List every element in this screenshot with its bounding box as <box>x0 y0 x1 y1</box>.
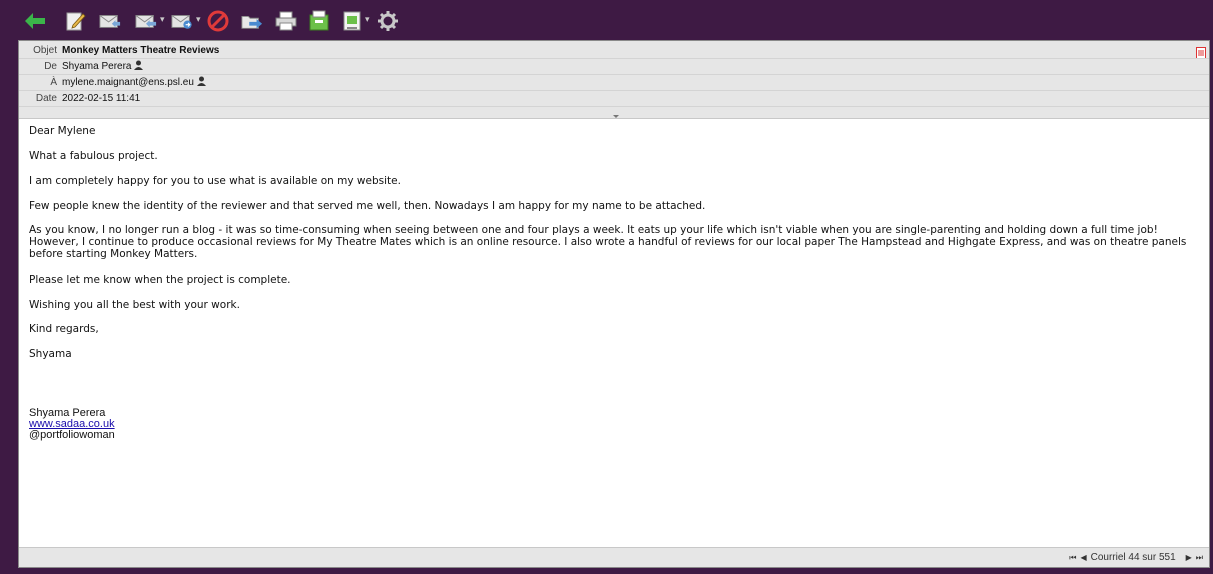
expand-headers-chevron-icon[interactable] <box>612 105 620 118</box>
previous-message-icon[interactable]: ◀ <box>1080 551 1086 564</box>
subject-row: Objet Monkey Matters Theatre Reviews <box>19 44 1209 57</box>
greeting-line: Dear Mylene <box>29 125 96 137</box>
first-message-icon[interactable]: ⏮ <box>1069 551 1076 564</box>
message-footer: ⏮ ◀ Courriel 44 sur 551 ▶ ⏭ <box>19 547 1209 567</box>
reply-all-icon[interactable] <box>135 10 157 32</box>
download-icon[interactable] <box>341 10 363 32</box>
from-label: De <box>44 61 57 72</box>
date-label: Date <box>35 93 57 104</box>
body-paragraph: Few people knew the identity of the revi… <box>29 200 706 212</box>
move-folder-icon[interactable] <box>241 10 263 32</box>
compose-icon[interactable] <box>65 10 87 32</box>
last-message-icon[interactable]: ⏭ <box>1196 551 1203 564</box>
pager-text: Courriel 44 sur 551 <box>1090 552 1176 563</box>
delete-icon[interactable] <box>207 10 229 32</box>
signature-handle: @portfoliowoman <box>29 429 115 441</box>
reply-all-dropdown-caret[interactable]: ▾ <box>160 15 166 25</box>
from-value[interactable]: Shyama Perera <box>62 61 131 72</box>
archive-icon[interactable] <box>308 10 330 32</box>
next-message-icon[interactable]: ▶ <box>1186 551 1192 564</box>
forward-dropdown-caret[interactable]: ▾ <box>196 15 202 25</box>
pdf-export-icon[interactable] <box>1196 44 1206 59</box>
forward-icon[interactable] <box>171 10 193 32</box>
to-label: À <box>50 77 57 88</box>
message-headers: Objet Monkey Matters Theatre Reviews De … <box>19 41 1209 119</box>
to-value[interactable]: mylene.maignant@ens.psl.eu <box>62 77 194 88</box>
body-paragraph: What a fabulous project. <box>29 150 158 162</box>
contact-person-icon[interactable] <box>134 60 144 70</box>
message-view: Objet Monkey Matters Theatre Reviews De … <box>18 40 1210 568</box>
back-arrow-icon[interactable] <box>24 10 46 32</box>
body-paragraph: As you know, I no longer run a blog - it… <box>29 224 1187 260</box>
body-paragraph: Wishing you all the best with your work. <box>29 299 240 311</box>
toolbar: ▾ ▾ ▾ <box>0 0 1213 40</box>
date-row: Date 2022-02-15 11:41 <box>19 92 1209 105</box>
download-dropdown-caret[interactable]: ▾ <box>365 15 371 25</box>
contact-person-icon[interactable] <box>196 76 206 86</box>
from-row: De Shyama Perera <box>19 60 1209 73</box>
subject-value: Monkey Matters Theatre Reviews <box>62 45 220 56</box>
settings-gear-icon[interactable] <box>377 10 399 32</box>
signoff-line: Shyama <box>29 348 72 360</box>
to-row: À mylene.maignant@ens.psl.eu <box>19 76 1209 89</box>
reply-icon[interactable] <box>99 10 121 32</box>
body-paragraph: I am completely happy for you to use wha… <box>29 175 401 187</box>
body-paragraph: Please let me know when the project is c… <box>29 274 291 286</box>
closing-line: Kind regards, <box>29 323 99 335</box>
message-pager: ⏮ ◀ Courriel 44 sur 551 ▶ ⏭ <box>1069 551 1203 564</box>
subject-label: Objet <box>33 45 57 56</box>
date-value: 2022-02-15 11:41 <box>62 93 141 104</box>
print-icon[interactable] <box>275 10 297 32</box>
